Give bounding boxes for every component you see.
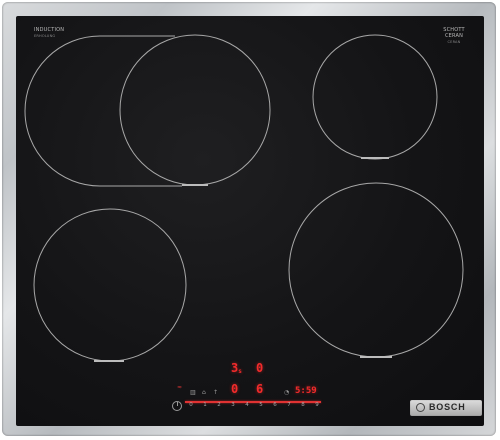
slider-mark-0[interactable]: 0	[186, 402, 196, 409]
timer-display[interactable]: 5:59	[295, 387, 317, 396]
timer-clock-icon[interactable]: ◔	[284, 390, 289, 396]
cooking-zone-bottom-right[interactable]	[288, 182, 464, 358]
cooking-zones	[24, 34, 464, 362]
flex-zone-outline[interactable]	[24, 35, 182, 187]
zone-display-top-left[interactable]: 3s	[231, 362, 242, 375]
slider-mark-8[interactable]: 8	[298, 402, 308, 409]
zone-display-bottom-left[interactable]: 0	[231, 383, 238, 395]
heat-indicator-icon: ≈	[177, 384, 183, 391]
cooking-zone-top-right[interactable]	[312, 34, 438, 160]
zone-display-bottom-right[interactable]: 6	[256, 383, 263, 395]
zone-display-top-right[interactable]: 0	[256, 362, 263, 374]
power-button[interactable]	[172, 401, 182, 411]
brand-plate: BOSCH	[410, 400, 482, 416]
cooking-zone-bottom-left[interactable]	[33, 208, 187, 362]
slider-mark-3[interactable]: 3	[228, 402, 238, 409]
powerboost-icon[interactable]: ↑	[213, 390, 218, 396]
slider-mark-9[interactable]: 9	[312, 402, 322, 409]
slider-mark-4[interactable]: 4	[242, 402, 252, 409]
cooking-zone-top-left-rear[interactable]	[119, 34, 271, 186]
pan-size-icon[interactable]: ⌂	[202, 390, 206, 396]
brand-name: BOSCH	[429, 402, 466, 412]
bosch-logo-icon	[416, 403, 425, 412]
slider-mark-5[interactable]: 5	[256, 402, 266, 409]
slider-mark-6[interactable]: 6	[270, 402, 280, 409]
wipe-protect-icon[interactable]: ▥	[190, 390, 196, 396]
slider-mark-7[interactable]: 7	[284, 402, 294, 409]
slider-mark-1[interactable]: 1	[200, 402, 210, 409]
slider-mark-2[interactable]: 2	[214, 402, 224, 409]
